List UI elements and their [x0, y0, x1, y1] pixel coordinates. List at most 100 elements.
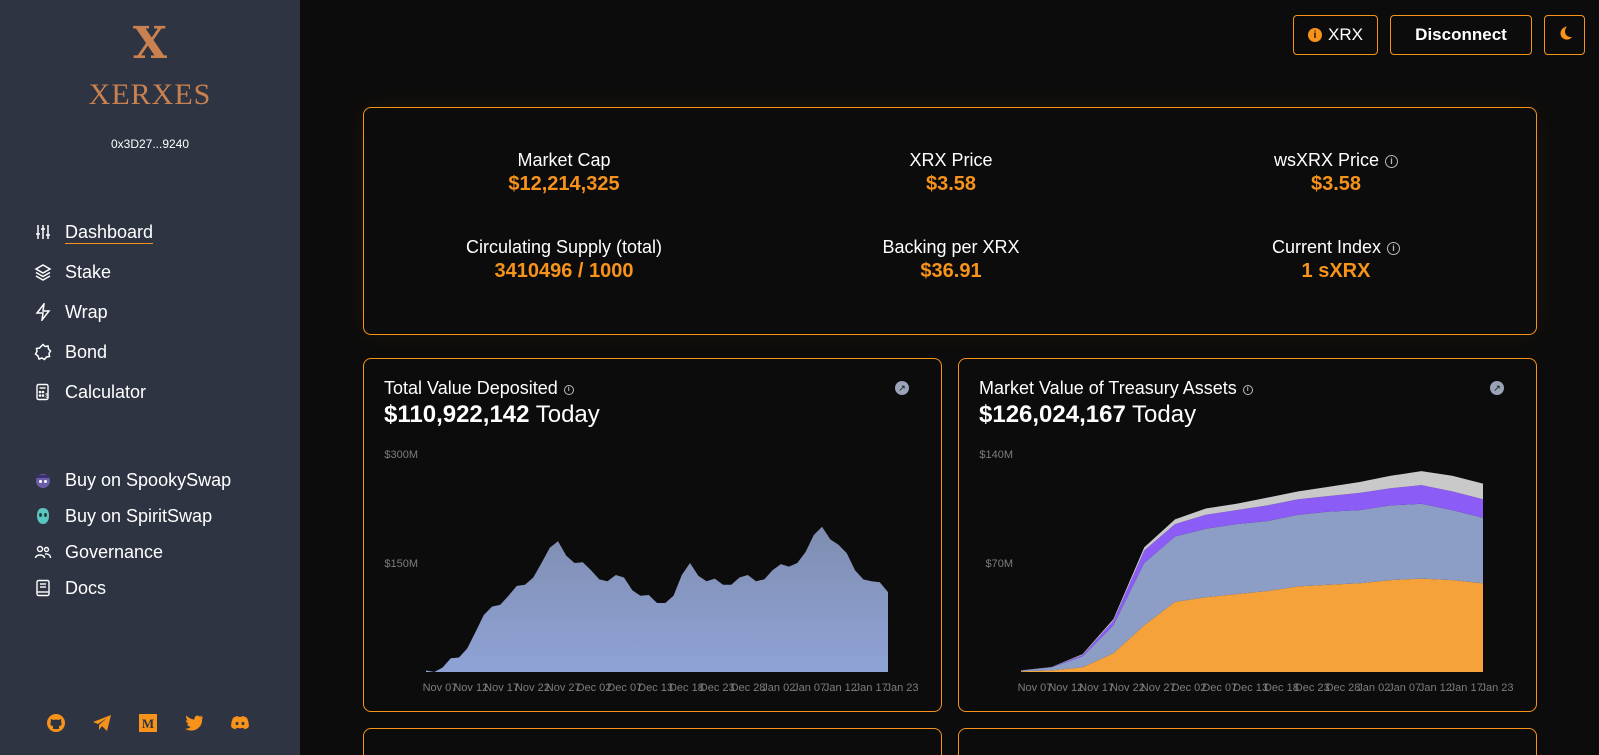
stat-label: Market Cap — [517, 150, 611, 170]
nav-item-spookyswap[interactable]: Buy on SpookySwap — [33, 462, 231, 498]
x-tick-label: Dec 13 — [638, 682, 673, 694]
nav-label: Calculator — [65, 381, 147, 402]
y-tick-label: $70M — [985, 558, 1013, 570]
token-label: XRX — [1328, 25, 1363, 44]
x-tick-label: Nov 27 — [1141, 682, 1176, 694]
users-icon — [33, 542, 53, 562]
x-tick-label: Nov 12 — [453, 682, 488, 694]
info-icon[interactable]: i — [1385, 154, 1399, 168]
github-icon[interactable] — [45, 712, 67, 734]
telegram-icon[interactable] — [91, 712, 113, 734]
stat-value: $36.91 — [920, 260, 982, 282]
info-icon[interactable]: i — [1387, 241, 1401, 255]
book-icon — [33, 578, 53, 598]
sliders-icon — [33, 222, 53, 242]
nav-item-bond[interactable]: Bond — [33, 332, 153, 372]
expand-icon[interactable]: ↗ — [1490, 381, 1504, 395]
nav-item-governance[interactable]: Governance — [33, 534, 231, 570]
topbar: i XRX Disconnect — [1293, 15, 1585, 55]
tvd-chart-card: $300M $150M Nov 07 Nov 12 Nov 17 Nov 22 Nov 27… — [363, 358, 942, 712]
theme-toggle-button[interactable] — [1544, 15, 1585, 55]
card-value-suffix: Today — [535, 401, 600, 428]
medium-icon[interactable]: M — [137, 712, 159, 734]
x-tick-label: Jan 17 — [1450, 682, 1483, 694]
nav-label: Buy on SpiritSwap — [65, 505, 213, 526]
x-tick-label: Jan 02 — [762, 682, 795, 694]
x-tick-label: Dec 02 — [1172, 682, 1207, 694]
x-tick-label: Dec 23 — [1295, 682, 1330, 694]
logo-mark[interactable]: X — [0, 18, 300, 69]
stat-circulating-supply: Circulating Supply (total) 3410496 / 100… — [404, 237, 724, 283]
social-links: M — [45, 712, 251, 734]
card-value-amount: $110,922,142 — [384, 401, 530, 428]
nav-label: Dashboard — [65, 221, 154, 244]
x-tick-label: Dec 02 — [577, 682, 612, 694]
y-tick-label: $140M — [979, 449, 1013, 461]
card-title-text: Market Value of Treasury Assets — [979, 378, 1237, 398]
card-title: Total Value Deposited i — [384, 378, 574, 399]
info-icon[interactable]: i — [1242, 384, 1253, 395]
card-title-text: Total Value Deposited — [384, 378, 558, 398]
x-tick-label: Dec 28 — [731, 682, 766, 694]
x-tick-label: Jan 07 — [793, 682, 826, 694]
x-tick-label: Jan 12 — [1419, 682, 1452, 694]
x-tick-label: Jan 07 — [1388, 682, 1421, 694]
wallet-address[interactable]: 0x3D27...9240 — [0, 137, 300, 151]
calculator-icon: $ — [33, 382, 53, 402]
protocol-stats-card: Market Cap $12,214,325 XRX Price $3.58 w… — [363, 107, 1537, 335]
stat-value: 3410496 / 1000 — [494, 260, 634, 282]
stat-label: Current Index — [1271, 237, 1382, 257]
stat-current-index: Current Index i 1 sXRX — [1176, 237, 1496, 283]
info-icon[interactable]: i — [563, 384, 574, 395]
nav-item-wrap[interactable]: Wrap — [33, 292, 153, 332]
tvd-area-series[interactable] — [426, 526, 888, 672]
stat-label-row: Current Index i — [1176, 237, 1496, 258]
x-tick-label: Dec 18 — [669, 682, 704, 694]
sidebar: X XERXES 0x3D27...9240 Dashboard Stake W — [0, 0, 300, 755]
nav-item-docs[interactable]: Docs — [33, 570, 231, 606]
nav-item-calculator[interactable]: $ Calculator — [33, 372, 153, 412]
stat-xrx-price: XRX Price $3.58 — [791, 150, 1111, 196]
nav-item-spiritswap[interactable]: Buy on SpiritSwap — [33, 498, 231, 534]
stat-label: wsXRX Price — [1273, 150, 1380, 170]
card-value: $126,024,167 Today — [979, 401, 1196, 429]
stat-value: $3.58 — [925, 173, 977, 195]
x-tick-label: Jan 02 — [1357, 682, 1390, 694]
nav-item-stake[interactable]: Stake — [33, 252, 153, 292]
disconnect-button[interactable]: Disconnect — [1390, 15, 1532, 55]
card-value-suffix: Today — [1132, 401, 1197, 428]
x-tick-label: Jan 23 — [885, 682, 918, 694]
nav-label: Stake — [65, 261, 112, 282]
spiritswap-icon — [33, 506, 53, 526]
x-tick-label: Dec 28 — [1326, 682, 1361, 694]
y-tick-label: $300M — [384, 449, 418, 461]
token-info-button[interactable]: i XRX — [1293, 15, 1378, 55]
stat-label-row: wsXRX Price i — [1176, 150, 1496, 171]
stat-value: $12,214,325 — [508, 173, 620, 195]
x-tick-label: Dec 07 — [607, 682, 642, 694]
discord-icon[interactable] — [229, 712, 251, 734]
stat-value: 1 sXRX — [1301, 260, 1371, 282]
stat-label: XRX Price — [909, 150, 993, 170]
x-tick-label: Jan 17 — [855, 682, 888, 694]
nav-item-dashboard[interactable]: Dashboard — [33, 212, 154, 252]
info-icon: i — [1308, 28, 1323, 42]
x-tick-label: Nov 22 — [515, 682, 550, 694]
moon-icon — [1557, 25, 1573, 46]
stat-label: Circulating Supply (total) — [465, 237, 663, 257]
x-tick-label: Nov 22 — [1110, 682, 1145, 694]
stat-wsxrx-price: wsXRX Price i $3.58 — [1176, 150, 1496, 196]
nav-label: Wrap — [65, 301, 108, 322]
expand-icon[interactable]: ↗ — [895, 381, 909, 395]
nav-label: Governance — [65, 541, 164, 562]
logo-text[interactable]: XERXES — [0, 78, 300, 112]
x-tick-label: Jan 12 — [824, 682, 857, 694]
zap-icon — [33, 302, 53, 322]
svg-text:M: M — [142, 716, 154, 731]
y-tick-label: $150M — [384, 558, 418, 570]
x-tick-label: Dec 13 — [1233, 682, 1268, 694]
twitter-icon[interactable] — [183, 712, 205, 734]
x-tick-label: Dec 07 — [1202, 682, 1237, 694]
x-tick-label: Nov 07 — [1018, 682, 1053, 694]
x-tick-label: Nov 07 — [423, 682, 458, 694]
